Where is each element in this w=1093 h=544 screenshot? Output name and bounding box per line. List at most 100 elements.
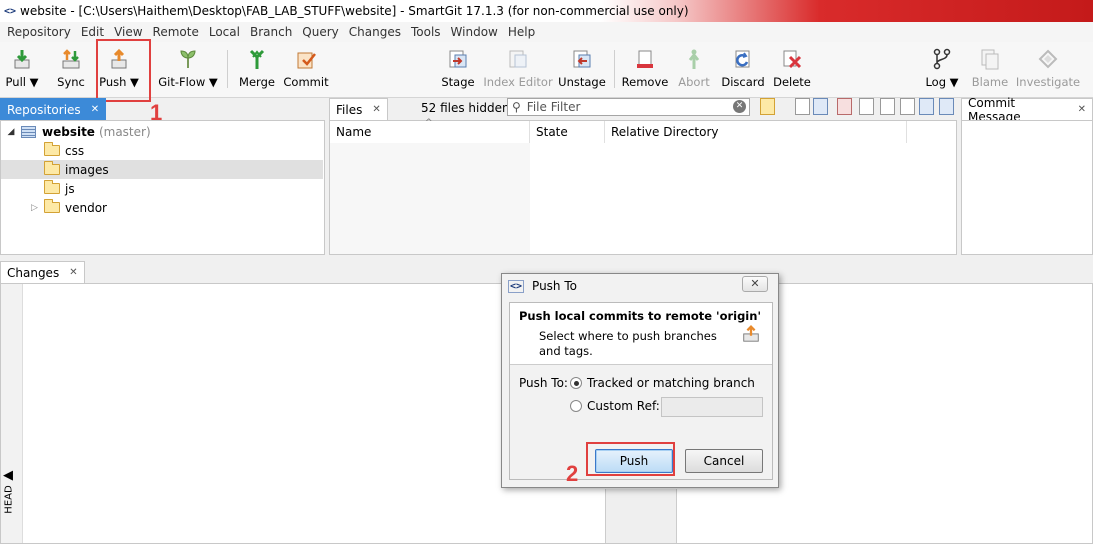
menu-branch[interactable]: Branch: [245, 25, 297, 39]
clear-filter-icon[interactable]: ✕: [733, 100, 746, 113]
stage-icon: [449, 50, 467, 68]
folder-icon: [44, 161, 60, 175]
folder-row-images[interactable]: images: [1, 160, 323, 179]
discard-icon: [735, 50, 750, 68]
remove-icon: [637, 50, 653, 68]
expand-arrow-icon[interactable]: ▷: [31, 203, 44, 213]
app-icon: <>: [4, 5, 17, 17]
pull-icon: [14, 50, 30, 69]
file-filter-input[interactable]: ⚲ File Filter ✕: [507, 98, 750, 116]
show-untracked-icon[interactable]: [859, 98, 874, 115]
tab-files[interactable]: Files ✕: [329, 98, 388, 120]
menu-edit[interactable]: Edit: [76, 25, 109, 39]
folder-view-toggle-icon[interactable]: [760, 98, 775, 115]
dialog-title-bar: <> Push To: [502, 274, 778, 298]
show-staged-icon[interactable]: [919, 98, 934, 115]
menu-remote[interactable]: Remote: [148, 25, 204, 39]
menu-help[interactable]: Help: [503, 25, 540, 39]
stage-button[interactable]: Stage: [441, 46, 475, 94]
folder-row-vendor[interactable]: ▷ vendor: [1, 198, 323, 217]
toolbar: Pull ▼ Sync Push ▼ Git-Flow ▼ Merge Comm…: [0, 42, 1093, 98]
annotation-box-push-button: [586, 442, 675, 476]
folder-row-css[interactable]: css: [1, 141, 323, 160]
files-list-area: [330, 143, 530, 254]
radio-custom-ref[interactable]: Custom Ref:: [570, 399, 660, 413]
tab-commit-message[interactable]: Commit Message ✕: [961, 96, 1093, 124]
menu-bar: Repository Edit View Remote Local Branch…: [0, 22, 1093, 42]
pull-button[interactable]: Pull ▼: [6, 46, 38, 94]
blame-button[interactable]: Blame: [972, 46, 1008, 94]
abort-button[interactable]: Abort: [677, 46, 711, 94]
index-editor-icon: [509, 50, 527, 68]
log-icon: [933, 48, 951, 70]
menu-tools[interactable]: Tools: [406, 25, 446, 39]
show-removed-icon[interactable]: [900, 98, 915, 115]
sync-icon: [62, 49, 80, 69]
gitflow-icon: [180, 50, 196, 68]
folder-icon: [44, 180, 60, 194]
commit-message-tabbar: Commit Message ✕: [961, 96, 1093, 124]
toolbar-separator: [227, 50, 228, 88]
annotation-number-2: 2: [566, 461, 579, 486]
menu-window[interactable]: Window: [446, 25, 503, 39]
menu-view[interactable]: View: [109, 25, 147, 39]
commit-button[interactable]: Commit: [283, 46, 329, 94]
custom-ref-input[interactable]: [661, 397, 763, 417]
repository-icon: [21, 125, 36, 138]
column-relative-directory[interactable]: Relative Directory: [605, 121, 907, 143]
index-editor-button[interactable]: Index Editor: [483, 46, 553, 94]
title-bar: <> website - [C:\Users\Haithem\Desktop\F…: [0, 0, 1093, 22]
investigate-button[interactable]: Investigate: [1016, 46, 1080, 94]
files-panel: Name ^ State Relative Directory: [329, 118, 957, 255]
show-conflicted-icon[interactable]: [837, 98, 852, 115]
push-icon: [743, 325, 759, 342]
repo-row[interactable]: ◢ website (master): [1, 122, 323, 141]
close-icon[interactable]: ✕: [1078, 104, 1086, 115]
menu-local[interactable]: Local: [204, 25, 245, 39]
cancel-button[interactable]: Cancel: [685, 449, 763, 473]
sort-arrow-icon: ^: [425, 118, 433, 128]
repo-name: website: [42, 124, 95, 139]
show-modified-icon[interactable]: [813, 98, 828, 115]
window-title: website - [C:\Users\Haithem\Desktop\FAB_…: [20, 4, 689, 18]
close-icon: ✕: [750, 277, 760, 290]
close-icon[interactable]: ✕: [372, 104, 380, 115]
dialog-heading: Push local commits to remote 'origin': [519, 309, 761, 323]
menu-query[interactable]: Query: [297, 25, 343, 39]
files-tabbar: Files ✕: [329, 98, 388, 120]
delete-button[interactable]: Delete: [773, 46, 811, 94]
search-icon: ⚲: [512, 100, 521, 114]
show-ignored-icon[interactable]: [880, 98, 895, 115]
folder-icon: [44, 199, 60, 213]
dialog-title: Push To: [532, 279, 577, 293]
tab-changes[interactable]: Changes ✕: [0, 261, 85, 283]
commit-message-panel[interactable]: [961, 120, 1093, 255]
dialog-header: Push local commits to remote 'origin' Se…: [510, 303, 772, 365]
dialog-close-button[interactable]: ✕: [742, 276, 768, 292]
show-assumed-icon[interactable]: [939, 98, 954, 115]
column-state[interactable]: State: [530, 121, 605, 143]
close-icon[interactable]: ✕: [69, 267, 77, 278]
menu-repository[interactable]: Repository: [2, 25, 76, 39]
tab-repositories[interactable]: Repositories ✕: [0, 98, 107, 120]
repositories-tabbar: Repositories ✕: [0, 98, 107, 120]
folder-row-js[interactable]: js: [1, 179, 323, 198]
repo-branch: (master): [98, 124, 151, 139]
commit-icon: [297, 52, 316, 69]
merge-button[interactable]: Merge: [239, 46, 275, 94]
gitflow-button[interactable]: Git-Flow ▼: [158, 46, 218, 94]
menu-changes[interactable]: Changes: [344, 25, 406, 39]
radio-tracked-branch[interactable]: Tracked or matching branch: [570, 376, 755, 390]
sync-button[interactable]: Sync: [56, 46, 86, 94]
app-icon: <>: [508, 279, 525, 293]
expand-arrow-icon[interactable]: ◢: [1, 127, 21, 137]
remove-button[interactable]: Remove: [622, 46, 668, 94]
discard-button[interactable]: Discard: [721, 46, 765, 94]
merge-icon: [249, 49, 265, 69]
close-icon[interactable]: ✕: [91, 104, 99, 115]
abort-icon: [688, 49, 700, 69]
show-unchanged-icon[interactable]: [795, 98, 810, 115]
log-button[interactable]: Log ▼: [924, 46, 960, 94]
unstage-button[interactable]: Unstage: [558, 46, 606, 94]
unstage-icon: [573, 50, 591, 68]
